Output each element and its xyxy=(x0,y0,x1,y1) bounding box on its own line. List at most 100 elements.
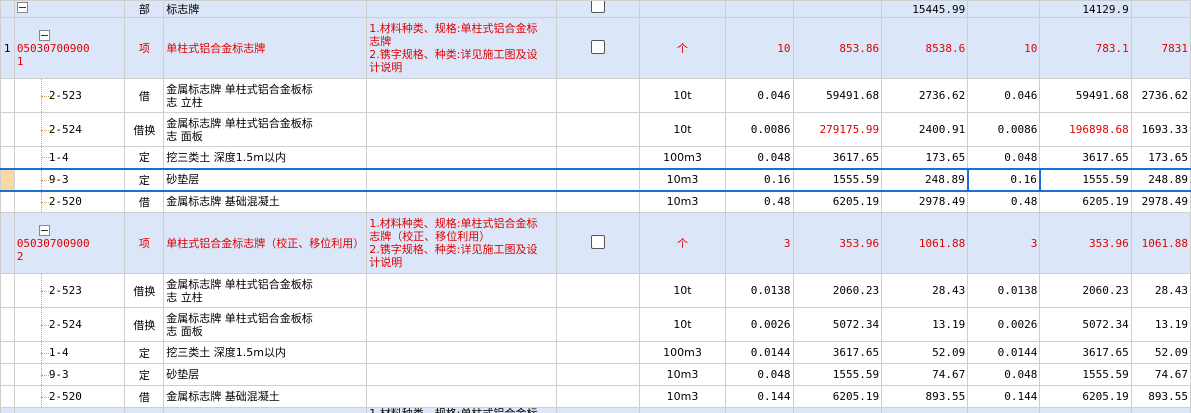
item-name[interactable]: 单柱式铝合金标志牌 xyxy=(163,17,368,79)
quota-total-2: 893.55 xyxy=(1130,385,1191,408)
bill-item-row[interactable]: 1 05030700900 1 项单柱式铝合金标志牌 1.材料种类、规格:单柱式铝合金… xyxy=(0,17,1191,79)
quota-total-2: 2736.62 xyxy=(1130,78,1191,113)
quota-row[interactable]: 2-523 借换 金属标志牌 单柱式铝合金板标 志 立柱 10t 0.0138 2060.… xyxy=(0,273,1191,308)
tree-branch xyxy=(40,129,51,131)
quota-price-2: 1555.59 xyxy=(1039,363,1132,386)
quota-code[interactable]: 2-523 xyxy=(13,78,126,113)
cell xyxy=(724,407,794,413)
quota-qty-2[interactable]: 0.48 xyxy=(967,190,1041,213)
quota-row[interactable]: 9-3 定砂垫层 10m3 0.16 1555.59 248.89 0.16 1555.59 2… xyxy=(0,167,1191,192)
quota-total: 28.43 xyxy=(881,273,969,308)
quota-name[interactable]: 金属标志牌 单柱式铝合金板标 志 立柱 xyxy=(163,78,368,113)
quota-row[interactable]: 2-520 借金属标志牌 基础混凝土 10m3 0.48 6205.19 2978.49 0… xyxy=(0,190,1191,213)
item-code[interactable]: 05030700900 2 xyxy=(13,212,126,274)
checkbox[interactable] xyxy=(590,234,605,249)
quota-total: 52.09 xyxy=(881,341,969,364)
quota-code[interactable]: 9-3 xyxy=(13,363,126,386)
item-features[interactable]: 1.材料种类、规格:单柱式铝合金标 志牌（校正、移位利用） 2.镌字规格、种类:… xyxy=(366,212,557,274)
cell xyxy=(639,407,726,413)
quota-qty-2[interactable]: 0.0086 xyxy=(967,112,1041,147)
quota-price: 1555.59 xyxy=(792,167,883,192)
quota-code[interactable]: 2-524 xyxy=(13,307,126,342)
quota-price: 3617.65 xyxy=(792,341,883,364)
quota-unit: 100m3 xyxy=(639,341,726,364)
quota-qty-2[interactable]: 0.0026 xyxy=(967,307,1041,342)
item-code[interactable]: 05030700900 1 xyxy=(13,17,126,79)
bill-grid: 部 标志牌 15445.99 14129.9 1 05030700900 1 项单柱… xyxy=(0,0,1191,413)
quota-name[interactable]: 砂垫层 xyxy=(163,363,368,386)
quota-type: 定 xyxy=(124,167,165,192)
item-name[interactable]: 单柱式铝合金标志牌（校正、移位利用） xyxy=(163,212,368,274)
checkbox[interactable] xyxy=(590,1,605,13)
quota-qty[interactable]: 0.048 xyxy=(724,363,794,386)
quota-name[interactable]: 金属标志牌 单柱式铝合金板标 志 面板 xyxy=(163,307,368,342)
quota-name[interactable]: 挖三类土 深度1.5m以内 xyxy=(163,146,368,169)
bill-item-row[interactable]: 05030700900 2 项单柱式铝合金标志牌（校正、移位利用） 1.材料种类、规… xyxy=(0,212,1191,274)
quota-unit: 10t xyxy=(639,307,726,342)
bill-item-row[interactable]: 1.材料种类、规格:单柱式铝合金标 xyxy=(0,407,1191,413)
quota-code[interactable]: 9-3 xyxy=(13,167,126,192)
quota-qty[interactable]: 0.144 xyxy=(724,385,794,408)
quota-qty[interactable]: 0.0026 xyxy=(724,307,794,342)
quota-name[interactable]: 金属标志牌 单柱式铝合金板标 志 面板 xyxy=(163,112,368,147)
quota-qty[interactable]: 0.16 xyxy=(724,167,794,192)
quota-code[interactable]: 1-4 xyxy=(13,341,126,364)
quota-row[interactable]: 2-524 借换 金属标志牌 单柱式铝合金板标 志 面板 10t 0.0026 5072.… xyxy=(0,307,1191,342)
item-features[interactable]: 1.材料种类、规格:单柱式铝合金标 xyxy=(366,407,557,413)
row-seq xyxy=(0,273,15,308)
tree-branch xyxy=(40,396,51,398)
quota-qty-2[interactable]: 0.0144 xyxy=(967,341,1041,364)
quota-total-2: 52.09 xyxy=(1130,341,1191,364)
quota-name[interactable]: 金属标志牌 基础混凝土 xyxy=(163,190,368,213)
quota-row[interactable]: 9-3 定砂垫层 10m3 0.048 1555.59 74.67 0.048 1555.59… xyxy=(0,363,1191,386)
item-code-text: 05030700900 1 xyxy=(16,41,90,68)
quota-price: 1555.59 xyxy=(792,363,883,386)
quota-code[interactable]: 1-4 xyxy=(13,146,126,169)
quota-code[interactable]: 2-524 xyxy=(13,112,126,147)
quota-checkbox-cell xyxy=(555,273,641,308)
quota-price-2: 196898.68 xyxy=(1039,112,1132,147)
checkbox[interactable] xyxy=(590,39,605,54)
quota-qty[interactable]: 0.046 xyxy=(724,78,794,113)
item-qty[interactable]: 3 xyxy=(724,212,794,274)
quota-row[interactable]: 2-520 借金属标志牌 基础混凝土 10m3 0.144 6205.19 893.55 0… xyxy=(0,385,1191,408)
quota-qty[interactable]: 0.0138 xyxy=(724,273,794,308)
quota-name[interactable]: 金属标志牌 基础混凝土 xyxy=(163,385,368,408)
quota-qty-2[interactable]: 0.046 xyxy=(967,78,1041,113)
quota-name[interactable]: 挖三类土 深度1.5m以内 xyxy=(163,341,368,364)
item-features[interactable]: 1.材料种类、规格:单柱式铝合金标 志牌 2.镌字规格、种类:详见施工图及设 计… xyxy=(366,17,557,79)
quota-total: 2400.91 xyxy=(881,112,969,147)
quota-qty[interactable]: 0.0086 xyxy=(724,112,794,147)
quota-name[interactable]: 砂垫层 xyxy=(163,167,368,192)
quota-row[interactable]: 2-524 借换 金属标志牌 单柱式铝合金板标 志 面板 10t 0.0086 27917… xyxy=(0,112,1191,147)
quota-type: 定 xyxy=(124,146,165,169)
quota-qty[interactable]: 0.048 xyxy=(724,146,794,169)
quota-code[interactable]: 2-520 xyxy=(13,190,126,213)
quota-qty[interactable]: 0.48 xyxy=(724,190,794,213)
quota-code[interactable]: 2-520 xyxy=(13,385,126,408)
quota-checkbox-cell xyxy=(555,190,641,213)
quota-row[interactable]: 1-4 定挖三类土 深度1.5m以内 100m3 0.0144 3617.65 52.09… xyxy=(0,341,1191,364)
quota-code[interactable]: 2-523 xyxy=(13,273,126,308)
item-price-2: 783.1 xyxy=(1039,17,1132,79)
quota-name[interactable]: 金属标志牌 单柱式铝合金板标 志 立柱 xyxy=(163,273,368,308)
quota-row[interactable]: 1-4 定挖三类土 深度1.5m以内 100m3 0.048 3617.65 173.65… xyxy=(0,146,1191,169)
quota-qty-2[interactable]: 0.0138 xyxy=(967,273,1041,308)
quota-features xyxy=(366,112,557,147)
item-unit: 个 xyxy=(639,17,726,79)
quota-row[interactable]: 2-523 借金属标志牌 单柱式铝合金板标 志 立柱 10t 0.046 59491.6… xyxy=(0,78,1191,113)
expander-icon[interactable] xyxy=(16,2,28,13)
row-seq xyxy=(0,363,15,386)
item-qty-2[interactable]: 10 xyxy=(967,17,1041,79)
item-total: 8538.6 xyxy=(881,17,969,79)
collapse-icon[interactable] xyxy=(38,30,50,41)
quota-features xyxy=(366,307,557,342)
collapse-icon[interactable] xyxy=(38,225,50,236)
item-qty-2[interactable]: 3 xyxy=(967,212,1041,274)
quota-qty-2[interactable]: 0.144 xyxy=(967,385,1041,408)
quota-qty-2[interactable]: 0.048 xyxy=(967,363,1041,386)
quota-qty[interactable]: 0.0144 xyxy=(724,341,794,364)
item-qty[interactable]: 10 xyxy=(724,17,794,79)
quota-qty-2[interactable]: 0.048 xyxy=(967,146,1041,169)
quota-qty-2[interactable]: 0.16 xyxy=(966,167,1041,192)
